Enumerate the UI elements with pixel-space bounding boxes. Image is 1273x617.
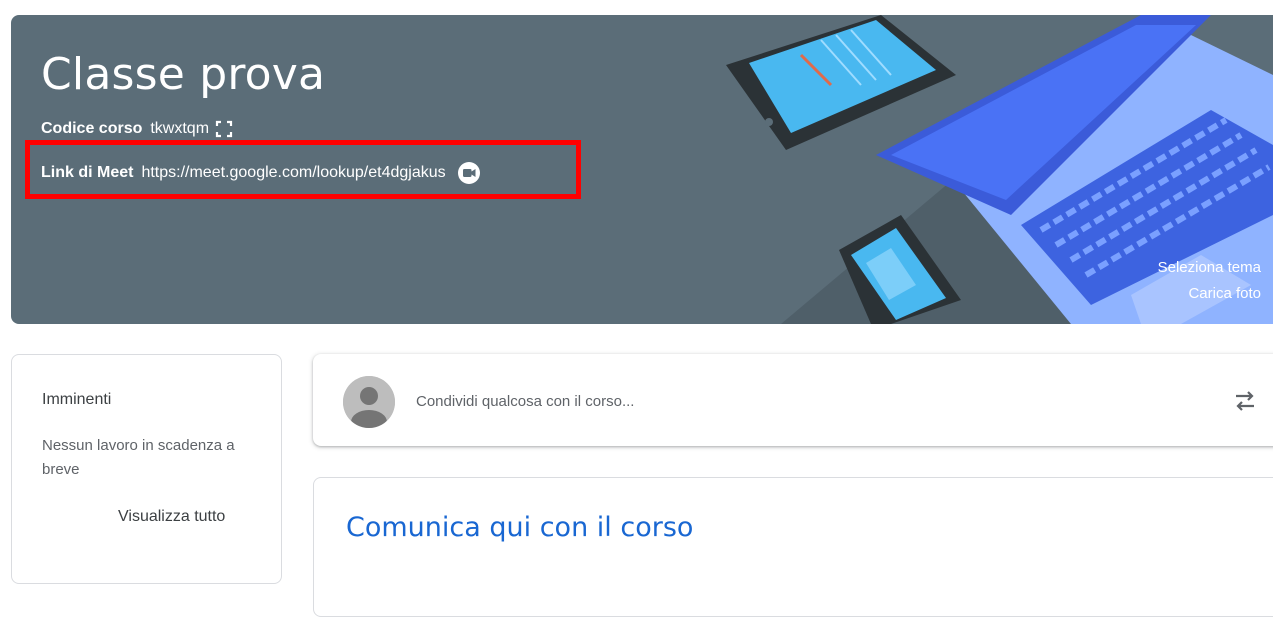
communicate-title: Comunica qui con il corso xyxy=(346,512,694,543)
class-title: Classe prova xyxy=(41,49,326,100)
highlight-box xyxy=(25,140,581,199)
course-code-value: tkwxtqm xyxy=(150,120,210,137)
class-banner: Classe prova Codice corso tkwxtqm Link d… xyxy=(11,15,1273,324)
share-input[interactable]: Condividi qualcosa con il corso... xyxy=(416,393,634,410)
avatar xyxy=(343,376,395,428)
upcoming-empty-text: Nessun lavoro in scadenza a breve xyxy=(42,437,235,478)
course-code-row: Codice corso tkwxtqm xyxy=(41,120,233,138)
share-card[interactable]: Condividi qualcosa con il corso... xyxy=(313,354,1273,446)
upload-photo-link[interactable]: Carica foto xyxy=(1158,281,1261,307)
upcoming-card: Imminenti Nessun lavoro in scadenza a br… xyxy=(11,354,282,584)
repost-icon[interactable] xyxy=(1231,387,1259,415)
fullscreen-icon[interactable] xyxy=(215,120,233,138)
theme-links: Seleziona tema Carica foto xyxy=(1158,255,1261,307)
upcoming-title: Imminenti xyxy=(42,391,112,408)
course-code-label: Codice corso xyxy=(41,120,143,137)
view-all-link[interactable]: Visualizza tutto xyxy=(118,508,225,526)
communicate-card: Comunica qui con il corso xyxy=(313,477,1273,617)
select-theme-link[interactable]: Seleziona tema xyxy=(1158,255,1261,281)
